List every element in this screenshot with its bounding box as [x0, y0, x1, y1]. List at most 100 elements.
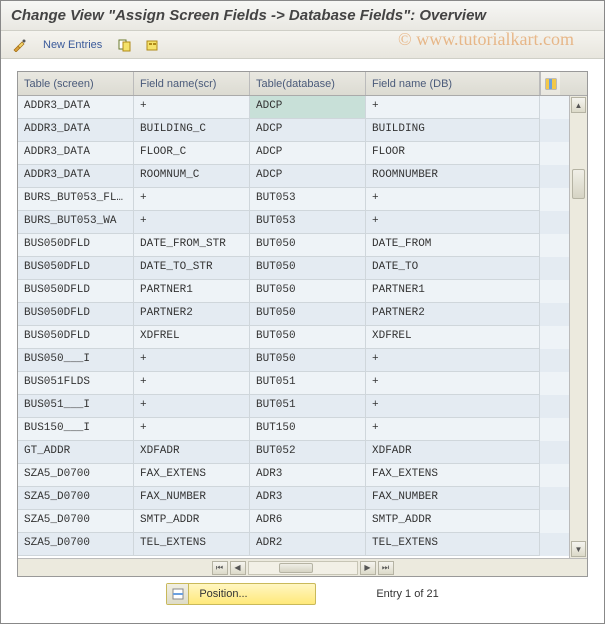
cell[interactable]: FLOOR_C — [134, 142, 250, 165]
cell[interactable]: BUS050DFLD — [18, 303, 134, 326]
configure-columns-icon[interactable] — [540, 72, 560, 95]
vertical-scrollbar[interactable]: ▲ ▼ — [569, 96, 587, 558]
cell[interactable]: + — [366, 349, 540, 372]
cell[interactable]: BUS050DFLD — [18, 257, 134, 280]
table-row[interactable]: SZA5_D0700FAX_NUMBERADR3FAX_NUMBER — [18, 487, 569, 510]
cell[interactable]: + — [134, 395, 250, 418]
cell[interactable]: DATE_FROM — [366, 234, 540, 257]
cell[interactable]: SZA5_D0700 — [18, 487, 134, 510]
cell[interactable]: BUT050 — [250, 280, 366, 303]
scroll-right-icon[interactable]: ▶ — [360, 561, 376, 575]
cell[interactable]: PARTNER2 — [366, 303, 540, 326]
cell[interactable]: TEL_EXTENS — [366, 533, 540, 556]
cell[interactable]: BUS051FLDS — [18, 372, 134, 395]
cell[interactable]: + — [134, 96, 250, 119]
horizontal-scrollbar[interactable]: ⏮ ◀ ▶ ⏭ — [18, 558, 587, 576]
cell[interactable]: BURS_BUT053_WA — [18, 211, 134, 234]
cell[interactable]: BUT053 — [250, 188, 366, 211]
table-row[interactable]: SZA5_D0700SMTP_ADDRADR6SMTP_ADDR — [18, 510, 569, 533]
cell[interactable]: ADDR3_DATA — [18, 165, 134, 188]
cell[interactable]: + — [366, 188, 540, 211]
cell[interactable]: BUS050DFLD — [18, 280, 134, 303]
scroll-left-icon[interactable]: ◀ — [230, 561, 246, 575]
cell[interactable]: FAX_NUMBER — [366, 487, 540, 510]
last-page-icon[interactable]: ⏭ — [378, 561, 394, 575]
cell[interactable]: + — [134, 418, 250, 441]
cell[interactable]: + — [134, 349, 250, 372]
cell[interactable]: BUS150___I — [18, 418, 134, 441]
cell[interactable]: ADCP — [250, 165, 366, 188]
table-row[interactable]: ADDR3_DATAFLOOR_CADCPFLOOR — [18, 142, 569, 165]
cell[interactable]: ADR3 — [250, 464, 366, 487]
scroll-track[interactable] — [570, 114, 587, 540]
cell[interactable]: ADCP — [250, 142, 366, 165]
cell[interactable]: FLOOR — [366, 142, 540, 165]
hscroll-track[interactable] — [248, 561, 358, 575]
cell[interactable]: BUILDING — [366, 119, 540, 142]
cell[interactable]: + — [134, 188, 250, 211]
cell[interactable]: SMTP_ADDR — [366, 510, 540, 533]
table-row[interactable]: BURS_BUT053_WA+BUT053+ — [18, 211, 569, 234]
cell[interactable]: + — [366, 211, 540, 234]
cell[interactable]: ADR6 — [250, 510, 366, 533]
cell[interactable]: XDFADR — [134, 441, 250, 464]
cell[interactable]: SZA5_D0700 — [18, 510, 134, 533]
cell[interactable]: BUT052 — [250, 441, 366, 464]
cell[interactable]: ADR2 — [250, 533, 366, 556]
cell[interactable]: BUT050 — [250, 326, 366, 349]
cell[interactable]: BUT051 — [250, 395, 366, 418]
delimit-icon[interactable] — [142, 35, 164, 55]
cell[interactable]: + — [366, 372, 540, 395]
cell[interactable]: ROOMNUMBER — [366, 165, 540, 188]
table-row[interactable]: ADDR3_DATABUILDING_CADCPBUILDING — [18, 119, 569, 142]
scroll-thumb[interactable] — [572, 169, 585, 199]
cell[interactable]: SMTP_ADDR — [134, 510, 250, 533]
cell[interactable]: + — [134, 211, 250, 234]
first-page-icon[interactable]: ⏮ — [212, 561, 228, 575]
cell[interactable]: ADDR3_DATA — [18, 96, 134, 119]
col-header[interactable]: Table (screen) — [18, 72, 134, 95]
cell[interactable]: DATE_FROM_STR — [134, 234, 250, 257]
table-row[interactable]: ADDR3_DATAROOMNUM_CADCPROOMNUMBER — [18, 165, 569, 188]
cell[interactable]: BUT050 — [250, 303, 366, 326]
cell[interactable]: + — [366, 395, 540, 418]
col-header[interactable]: Table(database) — [250, 72, 366, 95]
table-row[interactable]: BUS050DFLDPARTNER2BUT050PARTNER2 — [18, 303, 569, 326]
cell[interactable]: ADDR3_DATA — [18, 119, 134, 142]
cell[interactable]: XDFREL — [366, 326, 540, 349]
table-row[interactable]: BUS051FLDS+BUT051+ — [18, 372, 569, 395]
table-row[interactable]: SZA5_D0700FAX_EXTENSADR3FAX_EXTENS — [18, 464, 569, 487]
position-button[interactable]: Position... — [166, 583, 316, 605]
table-row[interactable]: GT_ADDRXDFADRBUT052XDFADR — [18, 441, 569, 464]
cell[interactable]: PARTNER2 — [134, 303, 250, 326]
cell[interactable]: BUT053 — [250, 211, 366, 234]
cell[interactable]: FAX_EXTENS — [366, 464, 540, 487]
cell[interactable]: ADCP — [250, 119, 366, 142]
cell[interactable]: PARTNER1 — [366, 280, 540, 303]
cell[interactable]: ADCP — [250, 96, 366, 119]
cell[interactable]: + — [366, 418, 540, 441]
col-header[interactable]: Field name(scr) — [134, 72, 250, 95]
cell[interactable]: BUS051___I — [18, 395, 134, 418]
cell[interactable]: BURS_BUT053_FL… — [18, 188, 134, 211]
cell[interactable]: TEL_EXTENS — [134, 533, 250, 556]
table-row[interactable]: BUS050DFLDDATE_TO_STRBUT050DATE_TO — [18, 257, 569, 280]
cell[interactable]: ADDR3_DATA — [18, 142, 134, 165]
cell[interactable]: BUT050 — [250, 257, 366, 280]
table-row[interactable]: SZA5_D0700TEL_EXTENSADR2TEL_EXTENS — [18, 533, 569, 556]
cell[interactable]: + — [134, 372, 250, 395]
toggle-edit-icon[interactable] — [9, 35, 31, 55]
cell[interactable]: XDFREL — [134, 326, 250, 349]
cell[interactable]: BUS050DFLD — [18, 326, 134, 349]
cell[interactable]: BUT050 — [250, 349, 366, 372]
cell[interactable]: PARTNER1 — [134, 280, 250, 303]
new-entries-button[interactable]: New Entries — [37, 37, 108, 53]
cell[interactable]: BUS050___I — [18, 349, 134, 372]
table-row[interactable]: BUS050DFLDXDFRELBUT050XDFREL — [18, 326, 569, 349]
cell[interactable]: SZA5_D0700 — [18, 464, 134, 487]
table-row[interactable]: BUS150___I+BUT150+ — [18, 418, 569, 441]
hscroll-thumb[interactable] — [279, 563, 313, 573]
cell[interactable]: BUILDING_C — [134, 119, 250, 142]
cell[interactable]: SZA5_D0700 — [18, 533, 134, 556]
copy-icon[interactable] — [114, 35, 136, 55]
